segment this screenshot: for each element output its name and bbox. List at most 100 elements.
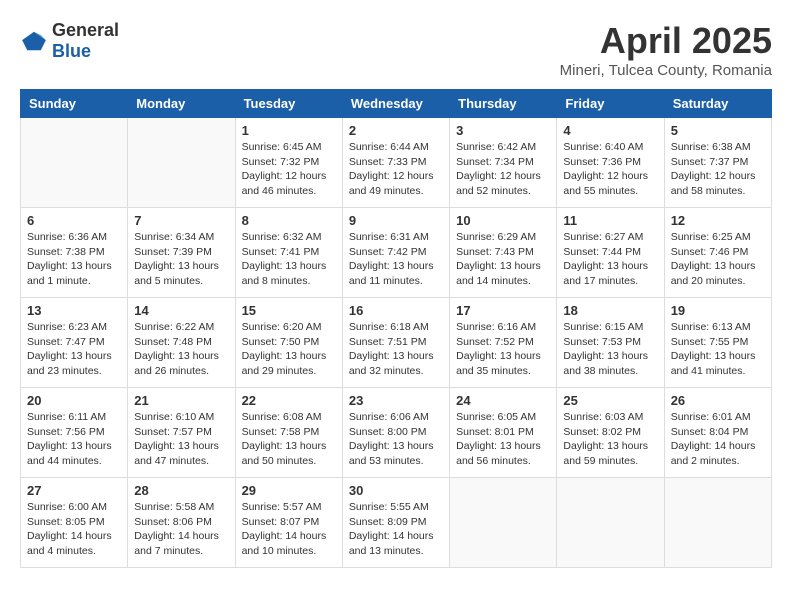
day-number: 11 <box>563 213 657 228</box>
cell-details: Sunrise: 6:13 AM Sunset: 7:55 PM Dayligh… <box>671 320 765 379</box>
day-number: 2 <box>349 123 443 138</box>
calendar-cell <box>557 478 664 568</box>
day-number: 4 <box>563 123 657 138</box>
cell-details: Sunrise: 6:15 AM Sunset: 7:53 PM Dayligh… <box>563 320 657 379</box>
cell-details: Sunrise: 6:05 AM Sunset: 8:01 PM Dayligh… <box>456 410 550 469</box>
calendar-cell: 25 Sunrise: 6:03 AM Sunset: 8:02 PM Dayli… <box>557 388 664 478</box>
logo-icon <box>20 30 48 52</box>
cell-details: Sunrise: 6:01 AM Sunset: 8:04 PM Dayligh… <box>671 410 765 469</box>
calendar-cell: 19 Sunrise: 6:13 AM Sunset: 7:55 PM Dayli… <box>664 298 771 388</box>
day-number: 22 <box>242 393 336 408</box>
cell-details: Sunrise: 6:36 AM Sunset: 7:38 PM Dayligh… <box>27 230 121 289</box>
cell-details: Sunrise: 6:03 AM Sunset: 8:02 PM Dayligh… <box>563 410 657 469</box>
cell-details: Sunrise: 6:00 AM Sunset: 8:05 PM Dayligh… <box>27 500 121 559</box>
day-number: 3 <box>456 123 550 138</box>
cell-details: Sunrise: 6:22 AM Sunset: 7:48 PM Dayligh… <box>134 320 228 379</box>
calendar-week-row: 13Sunrise: 6:23 AM Sunset: 7:47 PM Dayli… <box>21 298 772 388</box>
day-number: 7 <box>134 213 228 228</box>
weekday-header-row: SundayMondayTuesdayWednesdayThursdayFrid… <box>21 90 772 118</box>
calendar-cell: 20Sunrise: 6:11 AM Sunset: 7:56 PM Dayli… <box>21 388 128 478</box>
cell-details: Sunrise: 6:34 AM Sunset: 7:39 PM Dayligh… <box>134 230 228 289</box>
calendar-cell: 15 Sunrise: 6:20 AM Sunset: 7:50 PM Dayli… <box>235 298 342 388</box>
cell-details: Sunrise: 6:23 AM Sunset: 7:47 PM Dayligh… <box>27 320 121 379</box>
calendar-cell: 14 Sunrise: 6:22 AM Sunset: 7:48 PM Dayli… <box>128 298 235 388</box>
day-number: 15 <box>242 303 336 318</box>
day-number: 9 <box>349 213 443 228</box>
logo-general-text: General <box>52 20 119 40</box>
day-number: 10 <box>456 213 550 228</box>
cell-details: Sunrise: 6:42 AM Sunset: 7:34 PM Dayligh… <box>456 140 550 199</box>
day-number: 27 <box>27 483 121 498</box>
day-number: 25 <box>563 393 657 408</box>
calendar-cell: 26Sunrise: 6:01 AM Sunset: 8:04 PM Dayli… <box>664 388 771 478</box>
location-subtitle: Mineri, Tulcea County, Romania <box>560 62 772 79</box>
calendar-cell: 23Sunrise: 6:06 AM Sunset: 8:00 PM Dayli… <box>342 388 449 478</box>
day-number: 18 <box>563 303 657 318</box>
calendar-cell: 8 Sunrise: 6:32 AM Sunset: 7:41 PM Daylig… <box>235 208 342 298</box>
cell-details: Sunrise: 6:16 AM Sunset: 7:52 PM Dayligh… <box>456 320 550 379</box>
calendar-cell <box>21 118 128 208</box>
cell-details: Sunrise: 6:08 AM Sunset: 7:58 PM Dayligh… <box>242 410 336 469</box>
day-number: 5 <box>671 123 765 138</box>
calendar-cell: 29 Sunrise: 5:57 AM Sunset: 8:07 PM Dayli… <box>235 478 342 568</box>
cell-details: Sunrise: 5:58 AM Sunset: 8:06 PM Dayligh… <box>134 500 228 559</box>
day-number: 14 <box>134 303 228 318</box>
cell-details: Sunrise: 6:44 AM Sunset: 7:33 PM Dayligh… <box>349 140 443 199</box>
calendar-week-row: 1 Sunrise: 6:45 AM Sunset: 7:32 PM Daylig… <box>21 118 772 208</box>
day-number: 29 <box>242 483 336 498</box>
calendar-cell: 30 Sunrise: 5:55 AM Sunset: 8:09 PM Dayli… <box>342 478 449 568</box>
calendar-cell: 1 Sunrise: 6:45 AM Sunset: 7:32 PM Daylig… <box>235 118 342 208</box>
cell-details: Sunrise: 6:27 AM Sunset: 7:44 PM Dayligh… <box>563 230 657 289</box>
day-number: 8 <box>242 213 336 228</box>
calendar-cell: 27 Sunrise: 6:00 AM Sunset: 8:05 PM Dayli… <box>21 478 128 568</box>
day-number: 30 <box>349 483 443 498</box>
weekday-header-monday: Monday <box>128 90 235 118</box>
calendar-cell: 9 Sunrise: 6:31 AM Sunset: 7:42 PM Daylig… <box>342 208 449 298</box>
cell-details: Sunrise: 6:38 AM Sunset: 7:37 PM Dayligh… <box>671 140 765 199</box>
cell-details: Sunrise: 6:25 AM Sunset: 7:46 PM Dayligh… <box>671 230 765 289</box>
cell-details: Sunrise: 6:20 AM Sunset: 7:50 PM Dayligh… <box>242 320 336 379</box>
cell-details: Sunrise: 6:06 AM Sunset: 8:00 PM Dayligh… <box>349 410 443 469</box>
calendar-cell <box>450 478 557 568</box>
calendar-cell: 17 Sunrise: 6:16 AM Sunset: 7:52 PM Dayli… <box>450 298 557 388</box>
cell-details: Sunrise: 5:57 AM Sunset: 8:07 PM Dayligh… <box>242 500 336 559</box>
calendar-week-row: 27 Sunrise: 6:00 AM Sunset: 8:05 PM Dayli… <box>21 478 772 568</box>
day-number: 19 <box>671 303 765 318</box>
day-number: 28 <box>134 483 228 498</box>
cell-details: Sunrise: 6:31 AM Sunset: 7:42 PM Dayligh… <box>349 230 443 289</box>
calendar-table: SundayMondayTuesdayWednesdayThursdayFrid… <box>20 89 772 568</box>
month-title: April 2025 <box>560 20 772 62</box>
day-number: 17 <box>456 303 550 318</box>
day-number: 12 <box>671 213 765 228</box>
calendar-cell: 5 Sunrise: 6:38 AM Sunset: 7:37 PM Daylig… <box>664 118 771 208</box>
calendar-week-row: 6 Sunrise: 6:36 AM Sunset: 7:38 PM Daylig… <box>21 208 772 298</box>
cell-details: Sunrise: 6:18 AM Sunset: 7:51 PM Dayligh… <box>349 320 443 379</box>
weekday-header-sunday: Sunday <box>21 90 128 118</box>
calendar-cell: 7 Sunrise: 6:34 AM Sunset: 7:39 PM Daylig… <box>128 208 235 298</box>
cell-details: Sunrise: 6:45 AM Sunset: 7:32 PM Dayligh… <box>242 140 336 199</box>
day-number: 1 <box>242 123 336 138</box>
calendar-cell: 18 Sunrise: 6:15 AM Sunset: 7:53 PM Dayli… <box>557 298 664 388</box>
calendar-cell: 2 Sunrise: 6:44 AM Sunset: 7:33 PM Daylig… <box>342 118 449 208</box>
calendar-cell: 22 Sunrise: 6:08 AM Sunset: 7:58 PM Dayli… <box>235 388 342 478</box>
calendar-cell: 24 Sunrise: 6:05 AM Sunset: 8:01 PM Dayli… <box>450 388 557 478</box>
cell-details: Sunrise: 6:29 AM Sunset: 7:43 PM Dayligh… <box>456 230 550 289</box>
weekday-header-thursday: Thursday <box>450 90 557 118</box>
calendar-cell: 10 Sunrise: 6:29 AM Sunset: 7:43 PM Dayli… <box>450 208 557 298</box>
day-number: 24 <box>456 393 550 408</box>
day-number: 6 <box>27 213 121 228</box>
logo-blue-text: Blue <box>52 41 91 61</box>
cell-details: Sunrise: 5:55 AM Sunset: 8:09 PM Dayligh… <box>349 500 443 559</box>
cell-details: Sunrise: 6:32 AM Sunset: 7:41 PM Dayligh… <box>242 230 336 289</box>
calendar-cell <box>128 118 235 208</box>
weekday-header-friday: Friday <box>557 90 664 118</box>
calendar-cell: 28 Sunrise: 5:58 AM Sunset: 8:06 PM Dayli… <box>128 478 235 568</box>
calendar-week-row: 20Sunrise: 6:11 AM Sunset: 7:56 PM Dayli… <box>21 388 772 478</box>
weekday-header-tuesday: Tuesday <box>235 90 342 118</box>
calendar-cell: 11 Sunrise: 6:27 AM Sunset: 7:44 PM Dayli… <box>557 208 664 298</box>
calendar-cell: 21Sunrise: 6:10 AM Sunset: 7:57 PM Dayli… <box>128 388 235 478</box>
calendar-cell: 3 Sunrise: 6:42 AM Sunset: 7:34 PM Daylig… <box>450 118 557 208</box>
cell-details: Sunrise: 6:10 AM Sunset: 7:57 PM Dayligh… <box>134 410 228 469</box>
day-number: 16 <box>349 303 443 318</box>
logo: General Blue <box>20 20 119 62</box>
